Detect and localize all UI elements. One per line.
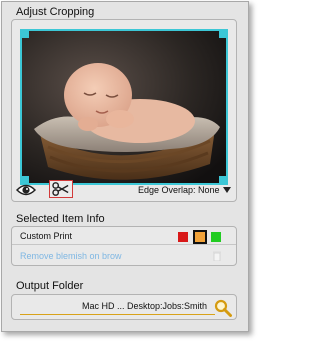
trash-icon[interactable] [213,251,221,261]
crop-photo[interactable] [20,29,228,185]
crop-handle-top-right[interactable] [219,31,226,38]
edge-overlap-label[interactable]: Edge Overlap: None [138,185,220,195]
triangle-down-icon[interactable] [223,187,231,193]
color-swatch-green[interactable] [211,232,221,242]
path-underline [20,314,215,315]
crop-frame[interactable] [20,29,228,185]
output-folder-title: Output Folder [16,280,84,292]
blemish-note[interactable]: Remove blemish on brow [20,251,122,261]
row-divider [12,244,236,245]
color-swatch-red[interactable] [178,232,188,242]
output-folder-box: Mac HD ... Desktop:Jobs:Smith [11,294,237,320]
magnifier-icon[interactable] [214,299,232,317]
crop-handle-bottom-right[interactable] [219,176,226,183]
crop-scissors-button[interactable] [49,180,73,198]
adjust-panel: Adjust Cropping Edge Overlap: None Selec… [1,1,249,332]
crop-box [11,19,237,202]
crop-handle-top-left[interactable] [22,31,29,38]
adjust-cropping-title: Adjust Cropping [16,6,95,18]
eye-icon[interactable] [16,182,36,198]
selected-info-box: Custom Print Remove blemish on brow [11,226,237,266]
custom-print-label: Custom Print [20,231,73,241]
scissors-icon [52,182,69,196]
selected-item-info-title: Selected Item Info [16,213,105,225]
color-swatch-orange-selected[interactable] [193,230,207,244]
output-path: Mac HD ... Desktop:Jobs:Smith [82,301,208,311]
